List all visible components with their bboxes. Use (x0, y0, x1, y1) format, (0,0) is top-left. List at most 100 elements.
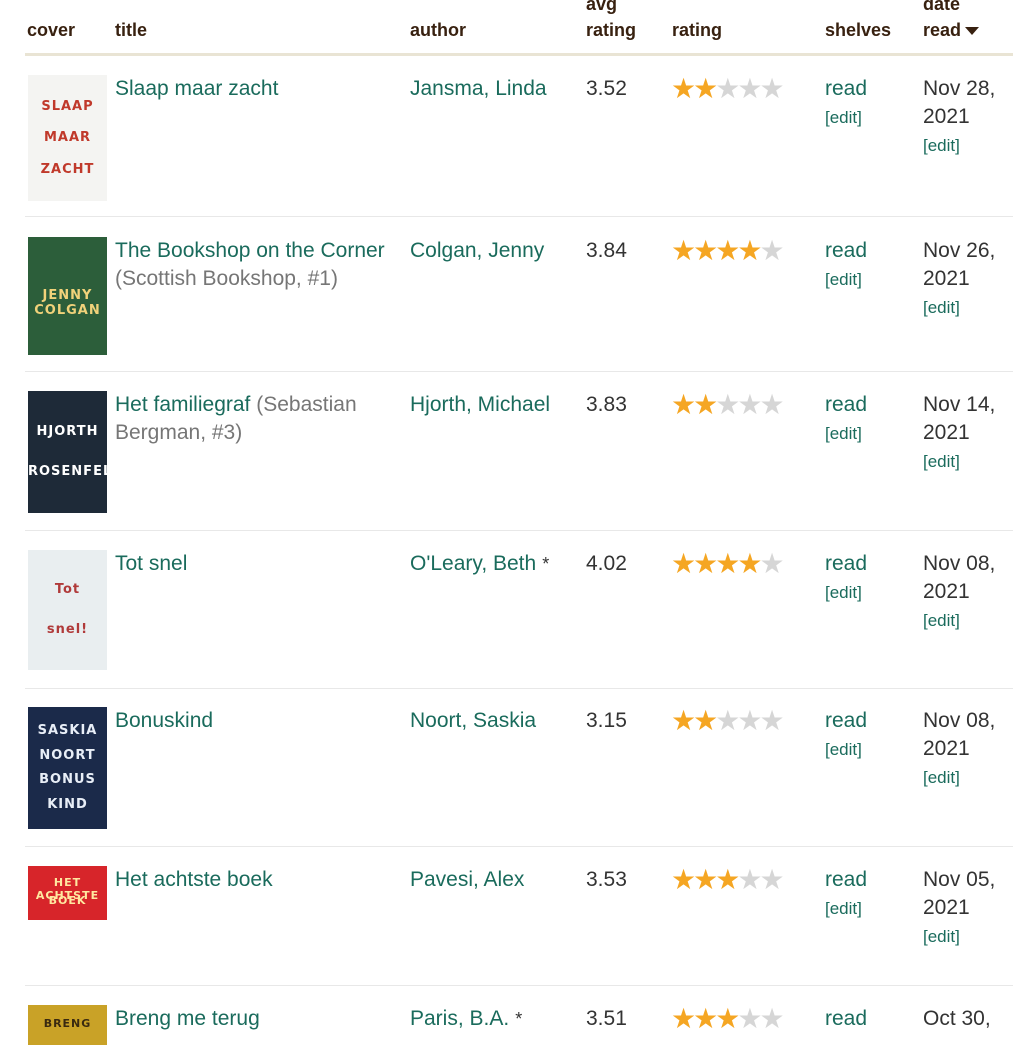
star-icon[interactable]: ★ (759, 389, 784, 420)
book-cover-image[interactable]: SASKIA NOORT BONUS KIND (28, 707, 107, 829)
book-cover-image[interactable]: Tot snel! (28, 550, 107, 670)
star-icon[interactable]: ★ (671, 73, 696, 104)
book-title-link[interactable]: Breng me terug (115, 1007, 260, 1030)
star-icon[interactable]: ★ (737, 705, 762, 736)
edit-shelves-link[interactable]: [edit] (825, 582, 867, 604)
user-star-rating[interactable]: ★★★★★ (671, 864, 785, 895)
column-header-title[interactable]: title (115, 17, 147, 43)
edit-date-link[interactable]: [edit] (923, 451, 1011, 473)
book-cover-image[interactable]: HJORTH ROSENFELDT (28, 391, 107, 513)
edit-shelves-link[interactable]: [edit] (825, 739, 867, 761)
author-link[interactable]: Noort, Saskia (410, 709, 536, 732)
star-icon[interactable]: ★ (715, 235, 740, 266)
edit-date-link[interactable]: [edit] (923, 767, 1011, 789)
star-icon[interactable]: ★ (671, 1003, 696, 1034)
edit-date-link[interactable]: [edit] (923, 297, 1011, 319)
shelf-link[interactable]: read (825, 552, 867, 575)
book-cover-image[interactable]: BRENG (28, 1005, 107, 1045)
star-icon[interactable]: ★ (715, 1003, 740, 1034)
date-read-cell: Nov 08, 2021 [edit] (923, 707, 1011, 789)
star-icon[interactable]: ★ (737, 548, 762, 579)
star-icon[interactable]: ★ (715, 548, 740, 579)
edit-date-link[interactable]: [edit] (923, 610, 1011, 632)
edit-date-link[interactable]: [edit] (923, 926, 1011, 948)
star-icon[interactable]: ★ (737, 864, 762, 895)
edit-shelves-link[interactable]: [edit] (825, 898, 867, 920)
column-header-date-read[interactable]: date read (923, 0, 980, 43)
author-link[interactable]: Colgan, Jenny (410, 239, 544, 262)
column-header-avg-rating[interactable]: avg rating (586, 0, 636, 43)
star-icon[interactable]: ★ (737, 235, 762, 266)
author-link[interactable]: Hjorth, Michael (410, 393, 550, 416)
star-icon[interactable]: ★ (671, 864, 696, 895)
column-header-rating[interactable]: rating (672, 17, 722, 43)
star-icon[interactable]: ★ (759, 705, 784, 736)
star-icon[interactable]: ★ (671, 548, 696, 579)
star-icon[interactable]: ★ (715, 389, 740, 420)
author-link[interactable]: Paris, B.A. (410, 1007, 509, 1030)
book-title-link[interactable]: The Bookshop on the Corner (115, 239, 385, 262)
star-icon[interactable]: ★ (693, 705, 718, 736)
star-icon[interactable]: ★ (759, 864, 784, 895)
user-star-rating[interactable]: ★★★★★ (671, 73, 785, 104)
user-star-rating[interactable]: ★★★★★ (671, 548, 785, 579)
star-icon[interactable]: ★ (759, 548, 784, 579)
star-icon[interactable]: ★ (693, 235, 718, 266)
date-read-cell: Nov 08, 2021 [edit] (923, 550, 1011, 632)
shelf-link[interactable]: read (825, 393, 867, 416)
date-read-cell: Nov 05, 2021 [edit] (923, 866, 1011, 948)
star-icon[interactable]: ★ (671, 389, 696, 420)
shelf-link[interactable]: read (825, 239, 867, 262)
author-link[interactable]: O'Leary, Beth (410, 552, 536, 575)
star-icon[interactable]: ★ (671, 235, 696, 266)
book-title-link[interactable]: Het achtste boek (115, 868, 273, 891)
star-icon[interactable]: ★ (693, 864, 718, 895)
shelf-link[interactable]: read (825, 868, 867, 891)
column-header-cover[interactable]: cover (27, 17, 75, 43)
book-cover-image[interactable]: HET ACHTSTE BOEK (28, 866, 107, 920)
star-icon[interactable]: ★ (715, 864, 740, 895)
book-series-link[interactable]: (Scottish Bookshop, #1) (115, 267, 338, 290)
star-icon[interactable]: ★ (759, 1003, 784, 1034)
star-icon[interactable]: ★ (759, 73, 784, 104)
edit-date-link[interactable]: [edit] (923, 135, 1011, 157)
author-link[interactable]: Jansma, Linda (410, 77, 547, 100)
cover-text: JENNY COLGAN (34, 288, 101, 318)
user-star-rating[interactable]: ★★★★★ (671, 389, 785, 420)
star-icon[interactable]: ★ (693, 389, 718, 420)
date-read-line1: Nov 05, (923, 868, 996, 891)
book-title-link[interactable]: Bonuskind (115, 709, 213, 732)
star-icon[interactable]: ★ (693, 1003, 718, 1034)
book-title-cell: Bonuskind (115, 707, 405, 735)
book-title-link[interactable]: Het familiegraf (115, 393, 250, 416)
star-icon[interactable]: ★ (759, 235, 784, 266)
book-cover-image[interactable]: JENNY COLGAN (28, 237, 107, 355)
star-icon[interactable]: ★ (737, 389, 762, 420)
shelves-cell: read (825, 1005, 867, 1033)
shelf-link[interactable]: read (825, 709, 867, 732)
user-star-rating[interactable]: ★★★★★ (671, 705, 785, 736)
star-icon[interactable]: ★ (693, 548, 718, 579)
edit-shelves-link[interactable]: [edit] (825, 107, 867, 129)
book-title-link[interactable]: Tot snel (115, 552, 187, 575)
date-read-line1: Nov 08, (923, 552, 996, 575)
book-cover-image[interactable]: SLAAP MAAR ZACHT (28, 75, 107, 201)
shelf-link[interactable]: read (825, 77, 867, 100)
user-star-rating[interactable]: ★★★★★ (671, 1003, 785, 1034)
star-icon[interactable]: ★ (737, 1003, 762, 1034)
row-divider (25, 216, 1013, 217)
star-icon[interactable]: ★ (671, 705, 696, 736)
user-star-rating[interactable]: ★★★★★ (671, 235, 785, 266)
column-header-shelves[interactable]: shelves (825, 17, 891, 43)
avg-rating-value: 3.83 (586, 393, 627, 416)
book-title-link[interactable]: Slaap maar zacht (115, 77, 278, 100)
star-icon[interactable]: ★ (737, 73, 762, 104)
star-icon[interactable]: ★ (715, 73, 740, 104)
column-header-author[interactable]: author (410, 17, 466, 43)
shelf-link[interactable]: read (825, 1007, 867, 1030)
edit-shelves-link[interactable]: [edit] (825, 423, 867, 445)
edit-shelves-link[interactable]: [edit] (825, 269, 867, 291)
star-icon[interactable]: ★ (715, 705, 740, 736)
author-link[interactable]: Pavesi, Alex (410, 868, 524, 891)
star-icon[interactable]: ★ (693, 73, 718, 104)
